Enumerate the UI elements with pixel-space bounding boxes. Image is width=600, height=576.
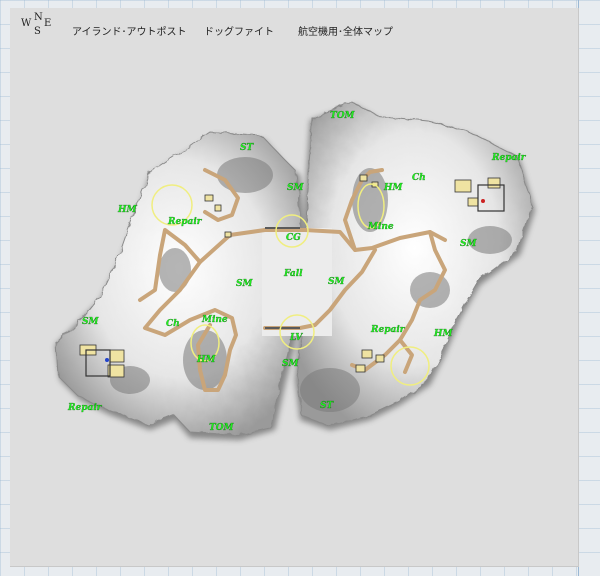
label-tom-top: TOM bbox=[330, 111, 356, 121]
label-st-bottom: ST bbox=[320, 401, 334, 411]
label-sm-east: SM bbox=[460, 239, 477, 249]
label-sm-nw: SM bbox=[287, 183, 304, 193]
label-repair-se: Repair bbox=[370, 325, 406, 335]
label-hm-se: HM bbox=[433, 329, 454, 339]
label-fall: Fall bbox=[283, 269, 303, 279]
label-hm-nne: HM bbox=[383, 183, 404, 193]
label-lv: LV bbox=[289, 333, 303, 343]
label-sm-south: SM bbox=[282, 359, 299, 369]
label-tom-bottom: TOM bbox=[209, 423, 235, 433]
label-sm-center-right: SM bbox=[328, 277, 345, 287]
label-ch-west: Ch bbox=[166, 319, 180, 329]
label-repair-ne: Repair bbox=[491, 153, 527, 163]
label-repair-sw: Repair bbox=[67, 403, 103, 413]
label-ch-ne: Ch bbox=[412, 173, 426, 183]
label-mine-ne: Mine bbox=[367, 222, 394, 232]
label-sm-center-left: SM bbox=[236, 279, 253, 289]
label-st-top: ST bbox=[240, 143, 254, 153]
label-hm-sw: HM bbox=[196, 355, 217, 365]
label-mine-sw: Mine bbox=[201, 315, 228, 325]
label-repair-nw: Repair bbox=[167, 217, 203, 227]
island-map: TOM ST Repair HM SM HM Ch Repair CG Mine… bbox=[55, 101, 535, 440]
label-sm-west: SM bbox=[82, 317, 99, 327]
label-hm-west: HM bbox=[117, 205, 138, 215]
label-cg: CG bbox=[286, 233, 301, 243]
